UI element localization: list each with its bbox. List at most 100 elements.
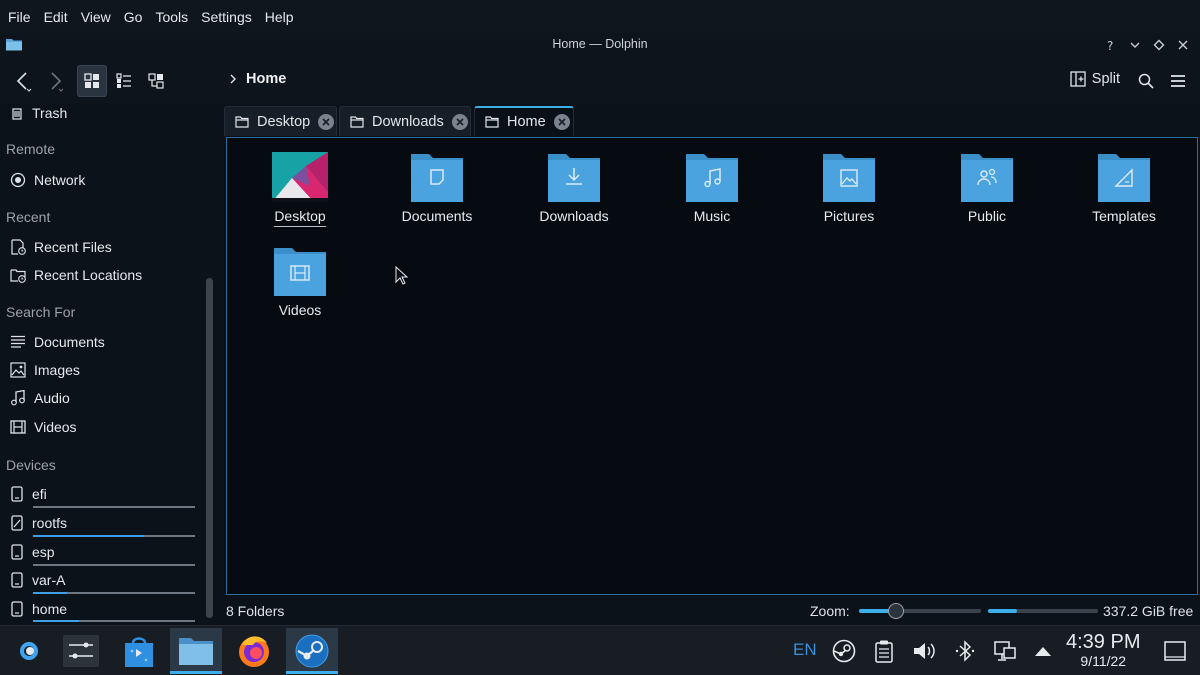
close-tab-icon[interactable]	[451, 113, 468, 130]
file-view[interactable]: Desktop Documents Downloads Music Pictur…	[226, 137, 1198, 595]
file-item-public[interactable]: Public	[937, 152, 1037, 224]
sidebar-item-recent-locations[interactable]: Recent Locations	[10, 263, 142, 287]
drive-icon	[11, 601, 23, 617]
minimize-icon[interactable]	[1126, 36, 1144, 54]
sidebar-item-search-documents[interactable]: Documents	[10, 330, 105, 354]
section-devices: Devices	[6, 457, 56, 473]
file-item-pictures[interactable]: Pictures	[799, 152, 899, 224]
tab-desktop[interactable]: Desktop	[224, 106, 337, 136]
back-button[interactable]	[8, 65, 38, 97]
menu-edit[interactable]: Edit	[44, 9, 68, 25]
toolbar: Home Split	[0, 57, 1200, 104]
menu-go[interactable]: Go	[124, 9, 143, 25]
keyboard-layout-indicator[interactable]: EN	[793, 640, 817, 660]
documents-list-icon	[11, 335, 25, 348]
folder-app-icon	[179, 638, 213, 665]
taskbar-dolphin[interactable]	[170, 628, 222, 674]
menu-bar: File Edit View Go Tools Settings Help	[0, 0, 1200, 33]
folder-downloads-icon	[548, 154, 600, 202]
tray-steam-icon[interactable]	[831, 638, 857, 664]
sidebar-item-search-images[interactable]: Images	[10, 358, 80, 382]
menu-view[interactable]: View	[81, 9, 111, 25]
disk-usage-fill	[988, 609, 1017, 613]
zoom-slider[interactable]	[859, 603, 981, 619]
taskbar-firefox[interactable]	[228, 628, 280, 674]
taskbar: EN 4:39 PM 9/11/22	[0, 625, 1200, 675]
tab-downloads[interactable]: Downloads	[339, 106, 471, 136]
file-item-videos[interactable]: Videos	[250, 246, 350, 318]
sidebar-item-search-videos[interactable]: Videos	[10, 415, 77, 439]
sidebar-item-device-efi[interactable]: efi	[10, 482, 47, 506]
svg-text:?: ?	[1107, 39, 1113, 51]
file-label: Public	[967, 208, 1007, 224]
help-icon[interactable]: ?	[1102, 36, 1120, 54]
sidebar-item-label: Network	[34, 172, 86, 188]
sidebar-item-network[interactable]: Network	[10, 168, 85, 192]
search-button[interactable]	[1131, 65, 1161, 97]
sidebar-item-device-rootfs[interactable]: rootfs	[10, 511, 67, 535]
digital-clock[interactable]: 4:39 PM 9/11/22	[1066, 631, 1140, 669]
sidebar-item-label: Trash	[32, 105, 68, 121]
taskbar-steam[interactable]	[286, 628, 338, 674]
zoom-slider-handle[interactable]	[887, 603, 904, 619]
recent-files-icon	[11, 239, 26, 255]
show-hidden-tray-icon[interactable]	[1030, 638, 1056, 664]
close-tab-icon[interactable]	[318, 113, 335, 130]
desktop-wallpaper-icon	[272, 152, 328, 202]
device-usage-bar-var-a	[33, 592, 195, 594]
hamburger-menu-button[interactable]	[1163, 65, 1193, 97]
device-usage-bar-esp	[33, 564, 195, 566]
maximize-icon[interactable]	[1150, 36, 1168, 54]
menu-help[interactable]: Help	[265, 9, 294, 25]
folder-templates-icon	[1098, 154, 1150, 202]
close-window-icon[interactable]	[1174, 36, 1192, 54]
folder-music-icon	[686, 154, 738, 202]
sidebar-item-label: Documents	[34, 334, 105, 350]
icons-view-button[interactable]	[77, 65, 107, 97]
back-arrow-icon	[16, 72, 32, 92]
compact-view-button[interactable]	[109, 65, 139, 97]
details-view-button[interactable]	[141, 65, 171, 97]
sidebar-item-search-audio[interactable]: Audio	[10, 386, 70, 410]
file-item-downloads[interactable]: Downloads	[524, 152, 624, 224]
sidebar-item-label: esp	[32, 544, 55, 560]
taskbar-system-settings[interactable]	[55, 628, 107, 674]
menu-file[interactable]: File	[8, 9, 31, 25]
window-title: Home — Dolphin	[552, 37, 648, 51]
section-recent: Recent	[6, 209, 51, 225]
split-label: Split	[1091, 71, 1120, 87]
device-usage-fill-var-a	[33, 592, 67, 594]
sidebar-scrollbar[interactable]	[206, 278, 213, 618]
close-tab-icon[interactable]	[553, 114, 570, 130]
folder-pictures-icon	[823, 154, 875, 202]
sidebar-item-device-var-a[interactable]: var-A	[10, 568, 65, 592]
forward-button[interactable]	[40, 65, 70, 97]
device-usage-bar-efi	[33, 506, 195, 508]
clipboard-icon[interactable]	[871, 638, 897, 664]
sidebar-item-recent-files[interactable]: Recent Files	[10, 235, 112, 259]
breadcrumb[interactable]: Home	[228, 71, 286, 87]
sidebar-item-device-esp[interactable]: esp	[10, 540, 55, 564]
file-label: Music	[693, 208, 731, 224]
show-desktop-button[interactable]	[1160, 638, 1190, 664]
taskbar-discover[interactable]	[113, 628, 165, 674]
file-item-templates[interactable]: Templates	[1074, 152, 1174, 224]
bluetooth-icon[interactable]	[952, 638, 978, 664]
menu-tools[interactable]: Tools	[155, 9, 188, 25]
application-launcher-button[interactable]	[2, 628, 54, 674]
breadcrumb-home[interactable]: Home	[246, 71, 286, 87]
device-usage-fill-home	[33, 620, 79, 622]
menu-settings[interactable]: Settings	[201, 9, 252, 25]
wired-network-icon[interactable]	[992, 638, 1018, 664]
file-item-music[interactable]: Music	[662, 152, 762, 224]
volume-icon[interactable]	[911, 638, 937, 664]
sidebar-item-trash[interactable]: Trash	[10, 104, 67, 125]
tab-home[interactable]: Home	[474, 106, 574, 136]
split-button[interactable]: Split	[1070, 71, 1120, 87]
file-label: Documents	[401, 208, 473, 224]
file-item-desktop[interactable]: Desktop	[250, 152, 350, 227]
sidebar-item-device-home[interactable]: home	[10, 597, 67, 621]
tree-view-icon	[148, 73, 164, 89]
file-item-documents[interactable]: Documents	[387, 152, 487, 224]
drive-icon	[11, 544, 23, 560]
